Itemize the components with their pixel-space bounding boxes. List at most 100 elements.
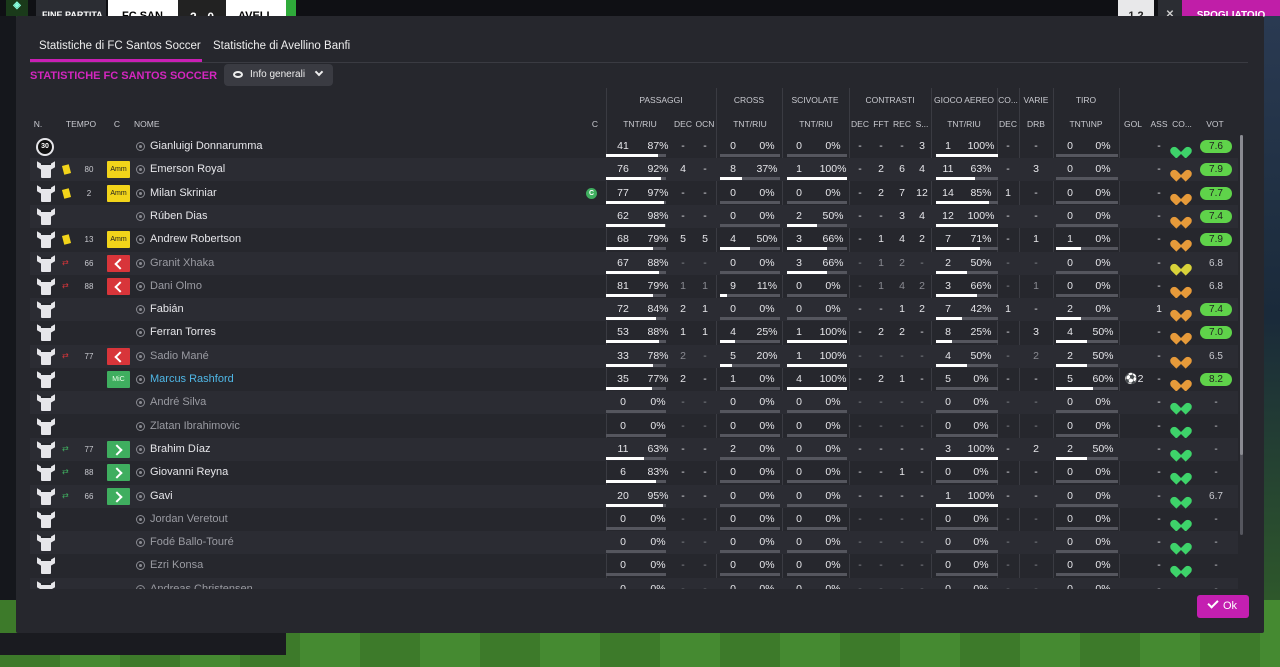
player-profile-icon[interactable] — [136, 468, 145, 478]
col-aereo-tnt-riu[interactable]: TNT/RIU — [936, 119, 992, 129]
col-contr-fft[interactable]: FFT — [871, 119, 891, 129]
table-row[interactable]: ⇄ 77 Sadio Mané 33 78% 2-5 20% 1 100% - - - -4 50% -2 2… — [30, 344, 1238, 369]
player-name[interactable]: Dani Olmo — [150, 275, 202, 298]
player-name[interactable]: Gavi — [150, 485, 173, 508]
col-vot[interactable]: VOT — [1202, 119, 1228, 129]
player-name[interactable]: Brahim Díaz — [150, 438, 211, 461]
col-co-dec[interactable]: DEC — [997, 119, 1019, 129]
player-name[interactable]: Andreas Christensen — [150, 578, 253, 589]
player-profile-icon[interactable] — [136, 444, 145, 454]
player-name[interactable]: Zlatan Ibrahimovic — [150, 415, 240, 438]
player-name[interactable]: Sadio Mané — [150, 345, 209, 368]
table-row[interactable]: MiC Marcus Rashford 35 77% 2-1 0% 4 100% -2 1-5 0%… — [30, 368, 1238, 392]
table-row[interactable]: ⇄ 88 Giovanni Reyna 6 83% - -0 0% 0 0% - -1-0 0% - -0 0… — [30, 461, 1238, 485]
player-profile-icon[interactable] — [136, 351, 145, 361]
tab-home-stats[interactable]: Statistiche di FC Santos Soccer — [39, 40, 201, 52]
player-name[interactable]: Gianluigi Donnarumma — [150, 135, 263, 158]
col-contr-s[interactable]: S... — [913, 119, 931, 129]
col-c[interactable]: C — [110, 119, 124, 129]
tab-away-stats[interactable]: Statistiche di Avellino Banfi — [213, 40, 350, 52]
player-name[interactable]: Jordan Veretout — [150, 508, 228, 531]
player-profile-icon[interactable] — [136, 514, 145, 524]
table-row[interactable]: 2 Amm Milan Skriniar C 77 97% - -0 0% 0 0% -2 7 12 14 8… — [30, 182, 1238, 206]
table-row[interactable]: Ezri Konsa 0 0% - -0 0% 0 0% - - - -0 0% - -0 0% - - — [30, 554, 1238, 579]
contr-rec: - — [900, 419, 904, 432]
dressing-room-button[interactable]: SPOGLIATOIO — [1182, 0, 1280, 21]
col-contr-rec[interactable]: REC — [892, 119, 912, 129]
player-profile-icon[interactable] — [136, 398, 145, 408]
col-tiro-tnt-inp[interactable]: TNT\INP — [1058, 119, 1114, 129]
player-profile-icon[interactable] — [136, 538, 145, 548]
contr-rec: 7 — [899, 186, 905, 199]
player-name[interactable]: Andrew Robertson — [150, 228, 241, 251]
col-ass[interactable]: ASS — [1148, 119, 1170, 129]
contr-fft: - — [879, 489, 883, 502]
table-row[interactable]: Ferran Torres 53 88% 1 1 4 25% 1 100% -2 2-8 25% -3 4… — [30, 321, 1238, 346]
player-profile-icon[interactable] — [136, 281, 145, 291]
player-profile-icon[interactable] — [136, 258, 145, 268]
player-name[interactable]: Fabián — [150, 298, 184, 321]
col-n[interactable]: N. — [30, 119, 46, 129]
table-row[interactable]: Jordan Veretout 0 0% - -0 0% 0 0% - - - -0 0% - -0 0% - - — [30, 508, 1238, 532]
player-name[interactable]: Milan Skriniar — [150, 182, 217, 205]
table-row[interactable]: ⇄ 77 Brahim Díaz 11 63% - -2 0% 0 0% - - - -3 100% -2 2 5… — [30, 437, 1238, 462]
table-row[interactable]: ⇄ 66 Gavi 20 95% - -0 0% 0 0% - - - -1 100% - -0 0% -6.7 — [30, 484, 1238, 509]
player-name[interactable]: Granit Xhaka — [150, 252, 214, 275]
col-contr-dec[interactable]: DEC — [850, 119, 870, 129]
table-row[interactable]: 13 Amm Andrew Robertson 68 79% 5 5 4 50% 3 66% -1 4 2… — [30, 228, 1238, 252]
player-profile-icon[interactable] — [136, 235, 145, 245]
player-profile-icon[interactable] — [136, 421, 145, 431]
table-row[interactable]: Rúben Dias 62 98% - -0 0% 2 50% - -3 4 12 100% - -0 0% -… — [30, 204, 1238, 229]
player-profile-icon[interactable] — [136, 305, 145, 315]
table-row[interactable]: Fodé Ballo-Touré 0 0% - -0 0% 0 0% - - - -0 0% - -0 0% -… — [30, 531, 1238, 555]
morale-heart-icon — [1168, 559, 1194, 579]
morale-heart-icon — [1168, 513, 1194, 532]
scrollbar-thumb[interactable] — [1240, 135, 1243, 455]
pass-dec: - — [681, 466, 685, 479]
player-profile-icon[interactable] — [136, 375, 145, 384]
morale-heart-icon — [1168, 443, 1194, 462]
player-name[interactable]: Rúben Dias — [150, 205, 207, 228]
player-rating: 7.6 — [1200, 140, 1232, 153]
player-name[interactable]: Giovanni Reyna — [150, 461, 228, 484]
col-co2[interactable]: CO... — [1170, 119, 1194, 129]
col-sciv-tnt-riu[interactable]: TNT/RIU — [788, 119, 844, 129]
player-profile-icon[interactable] — [136, 328, 145, 338]
col-pass-ocn[interactable]: OCN — [694, 119, 716, 129]
player-name[interactable]: Emerson Royal — [150, 158, 225, 181]
table-row[interactable]: Zlatan Ibrahimovic 0 0% - -0 0% 0 0% - - - -0 0% - -0 0… — [30, 415, 1238, 439]
table-row[interactable]: Andreas Christensen 0 0% - - 0 0% 0 0% - - - - 0 0% - - 0… — [30, 577, 1238, 589]
col-varie-drb[interactable]: DRB — [1022, 119, 1050, 129]
player-profile-icon[interactable] — [136, 188, 145, 198]
contr-fft: - — [879, 466, 883, 479]
player-name[interactable]: Marcus Rashford — [150, 368, 234, 391]
table-row[interactable]: ⇄ 66 Granit Xhaka 67 88% - -0 0% 3 66% -1 2-2 50% - -0… — [30, 251, 1238, 276]
table-row[interactable]: 30 Gianluigi Donnarumma 41 87% - -0 0% 0 0% - - -3 1… — [30, 135, 1238, 159]
col-cross-tnt-riu[interactable]: TNT/RIU — [722, 119, 778, 129]
col-pass-tnt-riu[interactable]: TNT/RIU — [612, 119, 668, 129]
player-name[interactable]: André Silva — [150, 391, 206, 414]
player-profile-icon[interactable] — [136, 561, 145, 571]
tackle-attempted: 0 — [796, 582, 802, 589]
table-row[interactable]: André Silva 0 0% - -0 0% 0 0% - - - -0 0% - -0 0% - - — [30, 391, 1238, 415]
player-profile-icon[interactable] — [136, 165, 145, 175]
player-profile-icon[interactable] — [136, 211, 145, 221]
table-row[interactable]: 80 Amm Emerson Royal 76 92% 4-8 37% 1 100% -2 6 4 11… — [30, 158, 1238, 182]
chevron-down-icon[interactable]: ✕ — [1158, 0, 1182, 20]
player-profile-icon[interactable] — [136, 584, 145, 589]
player-name[interactable]: Ezri Konsa — [150, 554, 203, 577]
ok-button[interactable]: Ok — [1197, 595, 1249, 618]
player-name[interactable]: Ferran Torres — [150, 321, 216, 344]
col-pass-dec[interactable]: DEC — [672, 119, 694, 129]
col-c2[interactable]: C — [588, 119, 602, 129]
player-profile-icon[interactable] — [136, 491, 145, 501]
col-nome[interactable]: NOME — [134, 119, 174, 129]
view-select-dropdown[interactable]: Info generali — [224, 64, 333, 86]
table-row[interactable]: Fabián 72 84% 2 1 0 0% 0 0% - -1 2 7 42% 1-2 0% 1 7.4 — [30, 298, 1238, 322]
player-name[interactable]: Fodé Ballo-Touré — [150, 531, 234, 554]
col-tempo[interactable]: TEMPO — [62, 119, 100, 129]
col-gol[interactable]: GOL — [1122, 119, 1144, 129]
contr-s: - — [920, 512, 924, 525]
table-row[interactable]: ⇄ 88 Dani Olmo 81 79% 1 1 9 11% 0 0% -1 4 2 3 66% -1 0 0% -… — [30, 275, 1238, 299]
player-profile-icon[interactable] — [136, 142, 145, 151]
